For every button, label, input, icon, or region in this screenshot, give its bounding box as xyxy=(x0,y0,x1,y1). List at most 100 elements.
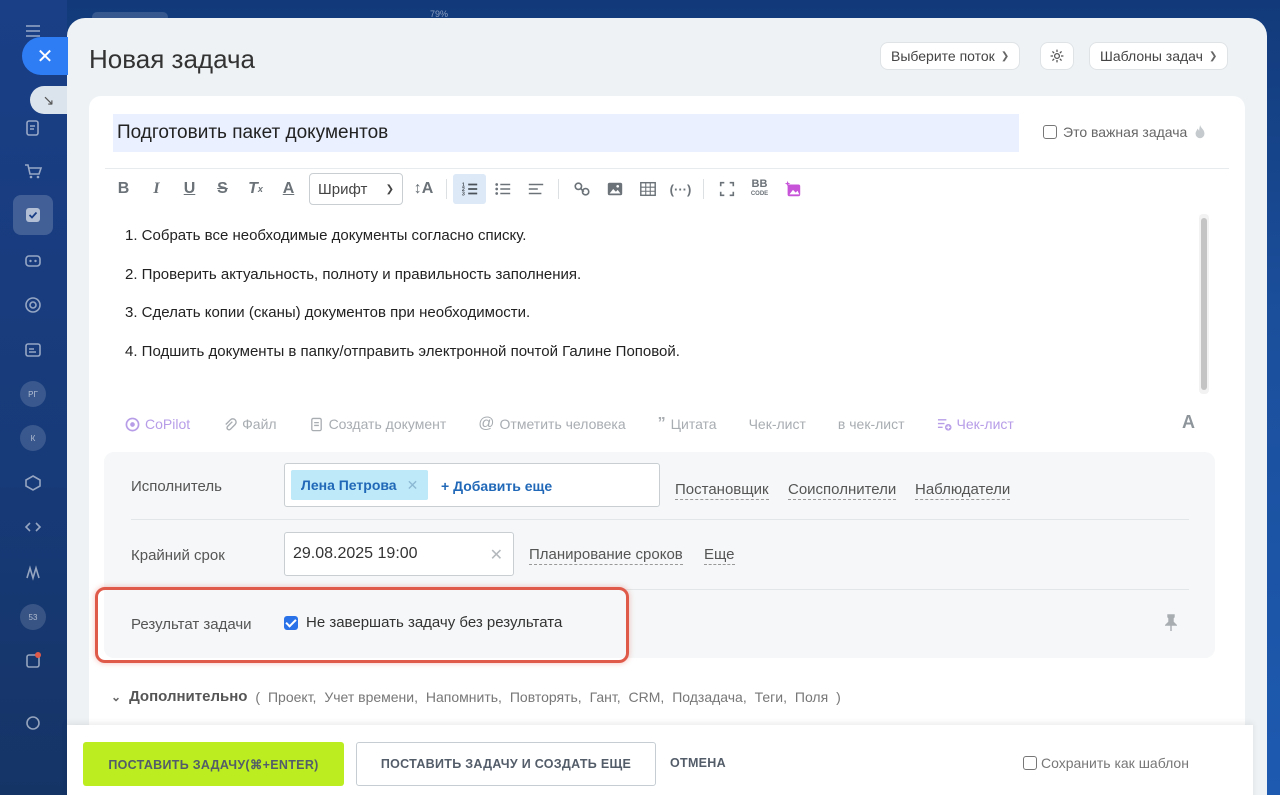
create-doc-button[interactable]: Создать документ xyxy=(309,416,446,432)
additional-item[interactable]: Поля xyxy=(795,689,828,705)
copilot-icon xyxy=(125,417,140,431)
quote-icon: ” xyxy=(657,415,666,432)
chevron-down-icon: ❯ xyxy=(1000,50,1010,62)
to-checklist-label: в чек-лист xyxy=(837,416,905,432)
align-button[interactable] xyxy=(519,174,552,204)
add-assignee-link[interactable]: + Добавить еще xyxy=(441,478,552,494)
pin-icon[interactable] xyxy=(1164,614,1178,637)
save-template-checkbox[interactable] xyxy=(1023,756,1037,770)
fullscreen-button[interactable] xyxy=(710,174,743,204)
assignee-field[interactable]: Лена Петрова ✕ + Добавить еще xyxy=(284,463,660,507)
font-size-button[interactable]: ↕A xyxy=(407,174,440,204)
additional-item[interactable]: Учет времени, xyxy=(324,689,418,705)
scrollbar-thumb[interactable] xyxy=(1201,218,1207,390)
table-button[interactable] xyxy=(631,174,664,204)
observers-link[interactable]: Наблюдатели xyxy=(915,481,1011,500)
strikethrough-button[interactable]: S xyxy=(206,174,239,204)
cancel-button[interactable]: ОТМЕНА xyxy=(670,756,726,770)
link-icon xyxy=(573,182,590,196)
checklist-button[interactable]: Чек-лист xyxy=(749,416,806,432)
ai-image-button[interactable] xyxy=(776,174,809,204)
save-template-row[interactable]: Сохранить как шаблон xyxy=(1023,755,1189,771)
co-executors-link[interactable]: Соисполнители xyxy=(788,481,897,500)
additional-item[interactable]: Напомнить, xyxy=(426,689,502,705)
important-checkbox[interactable] xyxy=(1043,125,1057,139)
more-link[interactable]: Еще xyxy=(704,546,735,565)
task-title-input[interactable]: Подготовить пакет документов xyxy=(113,114,1019,152)
assignee-label: Исполнитель xyxy=(131,478,222,495)
numbered-list-icon: 123 xyxy=(461,182,477,197)
underline-button[interactable]: U xyxy=(173,174,206,204)
box-icon[interactable] xyxy=(20,470,46,496)
deadline-input[interactable]: 29.08.2025 19:00 ✕ xyxy=(284,532,514,576)
arrow-down-right-icon: ↘ xyxy=(42,91,55,108)
quote-button[interactable]: ” Цитата xyxy=(658,415,717,433)
important-checkbox-row[interactable]: Это важная задача xyxy=(1043,124,1207,140)
avatar-rg-label: РГ xyxy=(28,389,38,399)
at-icon: @ xyxy=(478,415,495,432)
text-color-button[interactable]: A xyxy=(272,174,305,204)
copilot-button[interactable]: CoPilot xyxy=(125,416,190,432)
planning-link[interactable]: Планирование сроков xyxy=(529,546,683,565)
clear-icon[interactable]: ✕ xyxy=(490,545,503,565)
gear-icon xyxy=(1050,49,1064,63)
additional-item[interactable]: Подзадача, xyxy=(672,689,747,705)
paperclip-icon xyxy=(225,417,237,430)
code-button[interactable]: (···) xyxy=(664,174,697,204)
bot-icon[interactable] xyxy=(20,247,46,273)
bold-button[interactable]: B xyxy=(107,174,140,204)
assignee-name: Лена Петрова xyxy=(301,477,397,493)
file-button[interactable]: Файл xyxy=(222,416,277,432)
collapse-panel-button[interactable]: ↘ xyxy=(30,86,67,114)
additional-item[interactable]: Повторять, xyxy=(510,689,582,705)
text-format-button[interactable]: A xyxy=(1182,412,1195,433)
additional-section[interactable]: ⌄ Дополнительно ( Проект, Учет времени, … xyxy=(111,688,845,705)
avatar-k[interactable]: К xyxy=(20,425,46,451)
clear-format-button[interactable]: Tx xyxy=(239,174,272,204)
additional-item[interactable]: Теги, xyxy=(755,689,787,705)
target-icon[interactable] xyxy=(20,292,46,318)
additional-item[interactable]: CRM, xyxy=(629,689,665,705)
flow-select[interactable]: Выберите поток ❯ xyxy=(880,42,1021,70)
creator-link[interactable]: Постановщик xyxy=(675,481,769,500)
remove-icon[interactable]: ✕ xyxy=(407,477,419,494)
close-panel-button[interactable]: ✕ xyxy=(22,37,68,75)
additional-item[interactable]: Гант, xyxy=(590,689,621,705)
editor-bottom-tools: CoPilot Файл Создать документ @ Отметить… xyxy=(125,412,1195,434)
code-icon[interactable] xyxy=(20,514,46,540)
submit-and-create-button[interactable]: ПОСТАВИТЬ ЗАДАЧУ И СОЗДАТЬ ЕЩЕ xyxy=(356,742,656,786)
list-icon[interactable] xyxy=(20,648,46,674)
description-editor[interactable]: 1. Собрать все необходимые документы сог… xyxy=(125,226,1185,380)
card-icon[interactable] xyxy=(20,337,46,363)
avatar-k-label: К xyxy=(30,433,36,443)
tasks-icon[interactable] xyxy=(13,195,53,235)
counter-badge[interactable]: 53 xyxy=(20,604,46,630)
paren-close: ) xyxy=(836,688,841,705)
edit-doc-icon[interactable] xyxy=(20,115,46,141)
editor-scrollbar[interactable] xyxy=(1199,214,1209,394)
image-button[interactable] xyxy=(598,174,631,204)
add-checklist-button[interactable]: Чек-лист xyxy=(937,416,1014,432)
assignee-tag[interactable]: Лена Петрова ✕ xyxy=(291,470,429,500)
mention-button[interactable]: @ Отметить человека xyxy=(478,415,625,433)
bullet-list-button[interactable] xyxy=(486,174,519,204)
templates-select[interactable]: Шаблоны задач ❯ xyxy=(1089,42,1229,70)
avatar-rg[interactable]: РГ xyxy=(20,381,46,407)
flame-icon xyxy=(1195,124,1205,139)
settings-icon[interactable] xyxy=(20,710,46,736)
to-checklist-button[interactable]: в чек-лист xyxy=(838,416,905,432)
important-label: Это важная задача xyxy=(1063,124,1188,140)
settings-button[interactable] xyxy=(1040,42,1074,70)
italic-button[interactable]: I xyxy=(140,174,173,204)
additional-label: Дополнительно xyxy=(129,688,248,705)
font-select[interactable]: Шрифт ❯ xyxy=(309,173,403,205)
numbered-list-button[interactable]: 123 xyxy=(453,174,486,204)
submit-task-button[interactable]: ПОСТАВИТЬ ЗАДАЧУ(⌘+ENTER) xyxy=(83,742,344,786)
page-title: Новая задача xyxy=(89,44,255,74)
additional-item[interactable]: Проект, xyxy=(268,689,316,705)
cart-icon[interactable] xyxy=(20,158,46,184)
bbcode-button[interactable]: BB CODE xyxy=(743,174,776,204)
code-label: CODE xyxy=(750,191,769,197)
link-button[interactable] xyxy=(565,174,598,204)
market-icon[interactable] xyxy=(20,560,46,586)
